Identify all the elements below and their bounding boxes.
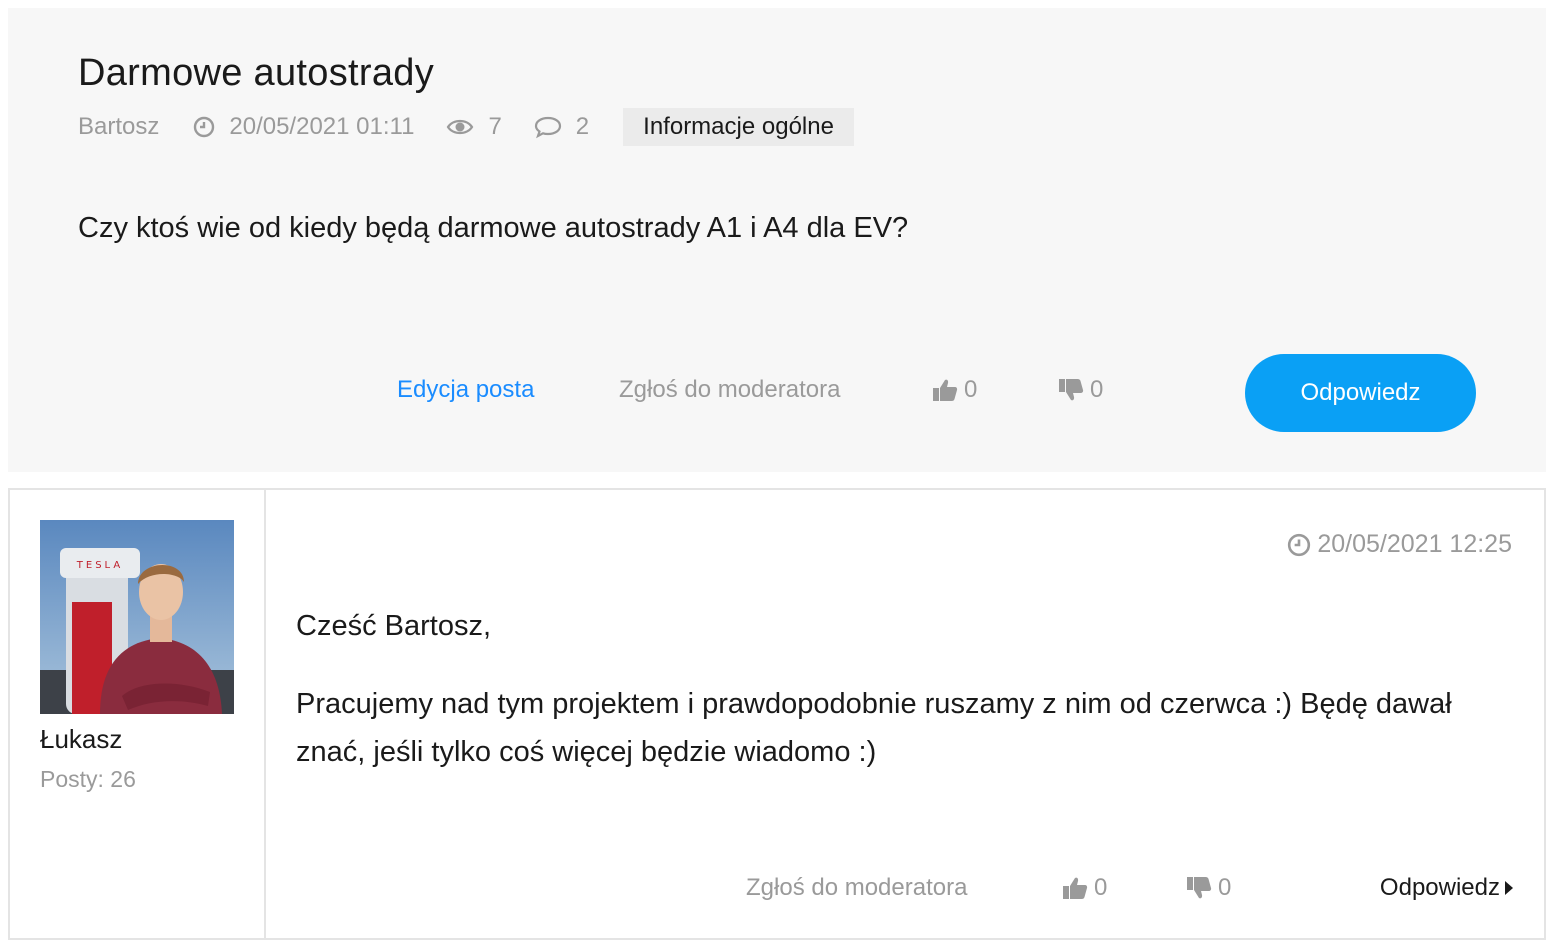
like-count: 0 [964,376,978,403]
reply-date-text: 20/05/2021 12:25 [1317,530,1512,558]
thumbs-up-icon [1063,877,1088,899]
topic-author[interactable]: Bartosz [78,113,159,141]
comment-icon [534,116,561,139]
clock-icon [194,116,215,138]
reply-button[interactable]: Odpowiedz [1245,354,1476,432]
like-button[interactable]: 0 [932,376,977,404]
reply-author-posts: Posty: 26 [40,766,136,792]
reply-greeting: Cześć Bartosz, [296,610,491,642]
svg-text:TESLA: TESLA [76,560,123,571]
avatar[interactable]: TESLA [40,520,234,714]
reply-message: Pracujemy nad tym projektem i prawdopodo… [296,688,1452,768]
topic-body: Czy ktoś wie od kiedy będą darmowe autos… [78,212,909,244]
reply-like-button[interactable]: 0 [1062,874,1107,902]
topic-meta: Bartosz 20/05/2021 01:11 7 2 Informacje … [78,108,854,146]
topic-views-count: 7 [488,113,502,140]
topic-date-text: 20/05/2021 01:11 [229,113,415,140]
caret-right-icon [1505,881,1513,895]
dislike-button[interactable]: 0 [1058,376,1103,404]
reply-author-name[interactable]: Łukasz [40,724,122,755]
thumbs-down-icon [1059,379,1084,401]
topic-date: 20/05/2021 01:11 [193,113,414,141]
eye-icon [447,119,474,135]
report-moderator-link[interactable]: Zgłoś do moderatora [619,376,840,404]
reply-to-reply-link[interactable]: Odpowiedz [1380,874,1514,902]
reply-date: 20/05/2021 12:25 [1287,530,1512,559]
reply-actions: Zgłoś do moderatora 0 0 Odpowiedz [10,870,1544,910]
reply-post: TESLA Łukasz Posty: 26 20/05/2021 12:25 … [8,488,1546,940]
topic-comments-count: 2 [575,113,590,140]
category-badge[interactable]: Informacje ogólne [623,108,854,146]
topic-actions: Edycja posta Zgłoś do moderatora 0 0 Odp… [8,354,1546,432]
dislike-count: 0 [1090,376,1104,403]
topic-post: Darmowe autostrady Bartosz 20/05/2021 01… [8,8,1546,472]
reply-to-reply-label: Odpowiedz [1379,874,1500,901]
thumbs-down-icon [1187,877,1212,899]
edit-post-link[interactable]: Edycja posta [397,376,534,404]
clock-icon [1288,533,1311,556]
thumbs-up-icon [933,379,958,401]
topic-views: 7 [446,113,502,141]
reply-body: Cześć Bartosz, Pracujemy nad tym projekt… [296,602,1456,776]
reply-report-moderator-link[interactable]: Zgłoś do moderatora [746,874,967,902]
reply-like-count: 0 [1094,874,1108,901]
topic-title: Darmowe autostrady [78,52,434,94]
reply-dislike-button[interactable]: 0 [1186,874,1231,902]
reply-dislike-count: 0 [1218,874,1232,901]
topic-comments: 2 [534,113,589,141]
